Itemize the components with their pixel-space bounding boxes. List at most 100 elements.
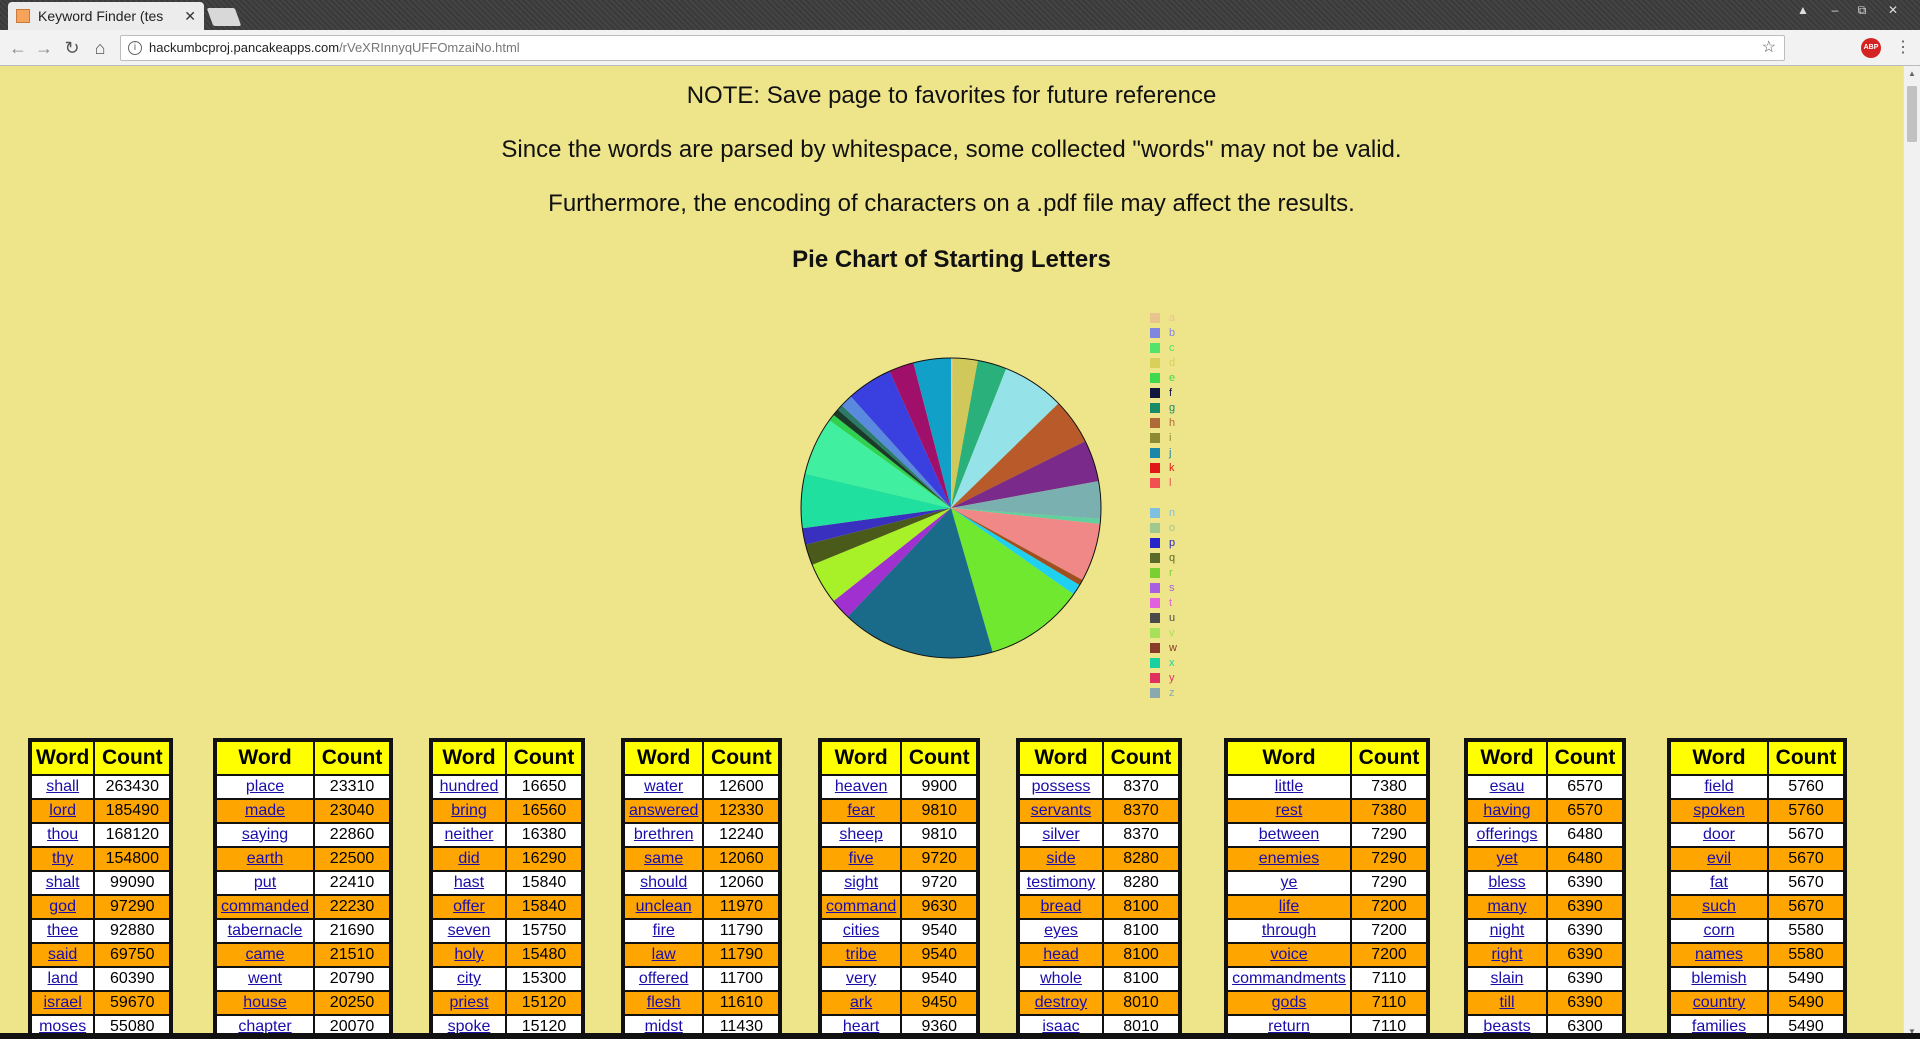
word-link[interactable]: commanded [221, 898, 309, 915]
word-link[interactable]: servants [1031, 802, 1091, 819]
bookmark-star-icon[interactable]: ☆ [1762, 36, 1776, 60]
word-link[interactable]: thee [47, 922, 78, 939]
word-link[interactable]: tabernacle [228, 922, 303, 939]
word-link[interactable]: offerings [1476, 826, 1537, 843]
word-link[interactable]: tribe [846, 946, 877, 963]
scroll-thumb[interactable] [1907, 86, 1917, 142]
word-link[interactable]: land [48, 970, 78, 987]
word-link[interactable]: israel [44, 994, 82, 1011]
word-link[interactable]: command [826, 898, 896, 915]
word-link[interactable]: went [248, 970, 282, 987]
word-link[interactable]: hundred [440, 778, 499, 795]
word-link[interactable]: same [644, 850, 683, 867]
word-link[interactable]: did [458, 850, 479, 867]
adblock-icon[interactable]: ABP [1861, 38, 1881, 58]
word-link[interactable]: many [1487, 898, 1526, 915]
word-link[interactable]: shalt [46, 874, 80, 891]
word-link[interactable]: earth [247, 850, 283, 867]
back-icon[interactable]: ← [8, 38, 28, 58]
word-link[interactable]: ye [1281, 874, 1298, 891]
address-bar[interactable]: i hackumbcproj.pancakeapps.com/rVeXRInny… [120, 35, 1785, 61]
word-link[interactable]: commandments [1232, 970, 1346, 987]
vertical-scrollbar[interactable]: ▲ ▼ [1903, 66, 1920, 1039]
word-link[interactable]: whole [1040, 970, 1082, 987]
word-link[interactable]: country [1693, 994, 1745, 1011]
word-link[interactable]: cities [843, 922, 879, 939]
word-link[interactable]: city [457, 970, 481, 987]
word-link[interactable]: door [1703, 826, 1735, 843]
word-link[interactable]: head [1043, 946, 1079, 963]
minimize-icon[interactable]: – [1822, 2, 1848, 18]
word-link[interactable]: such [1702, 898, 1736, 915]
word-link[interactable]: unclean [636, 898, 692, 915]
word-link[interactable]: rest [1276, 802, 1303, 819]
menu-icon[interactable]: ⋮ [1895, 38, 1911, 58]
word-link[interactable]: esau [1490, 778, 1525, 795]
word-link[interactable]: bless [1488, 874, 1525, 891]
word-link[interactable]: came [245, 946, 284, 963]
word-link[interactable]: fire [653, 922, 675, 939]
word-link[interactable]: slain [1491, 970, 1524, 987]
word-link[interactable]: sheep [839, 826, 883, 843]
word-link[interactable]: offered [639, 970, 689, 987]
word-link[interactable]: flesh [647, 994, 681, 1011]
scroll-up-icon[interactable]: ▲ [1908, 69, 1916, 78]
word-link[interactable]: water [644, 778, 683, 795]
word-link[interactable]: shall [46, 778, 79, 795]
word-link[interactable]: saying [242, 826, 288, 843]
user-icon[interactable]: ▲ [1790, 2, 1816, 18]
word-link[interactable]: thy [52, 850, 73, 867]
word-link[interactable]: brethren [634, 826, 694, 843]
word-link[interactable]: fat [1710, 874, 1728, 891]
word-link[interactable]: names [1695, 946, 1743, 963]
word-link[interactable]: bread [1041, 898, 1082, 915]
word-link[interactable]: field [1704, 778, 1733, 795]
word-link[interactable]: side [1046, 850, 1075, 867]
word-link[interactable]: answered [629, 802, 698, 819]
word-link[interactable]: voice [1270, 946, 1307, 963]
word-link[interactable]: destroy [1035, 994, 1087, 1011]
word-link[interactable]: corn [1703, 922, 1734, 939]
restore-icon[interactable]: ⧉ [1849, 2, 1875, 18]
word-link[interactable]: god [49, 898, 76, 915]
word-link[interactable]: fear [847, 802, 875, 819]
word-link[interactable]: possess [1032, 778, 1091, 795]
word-link[interactable]: thou [47, 826, 78, 843]
close-window-icon[interactable]: ✕ [1880, 2, 1906, 18]
word-link[interactable]: lord [49, 802, 76, 819]
word-link[interactable]: law [652, 946, 676, 963]
word-link[interactable]: hast [454, 874, 484, 891]
word-link[interactable]: very [846, 970, 876, 987]
word-link[interactable]: holy [454, 946, 483, 963]
word-link[interactable]: spoken [1693, 802, 1745, 819]
word-link[interactable]: bring [451, 802, 487, 819]
word-link[interactable]: house [243, 994, 287, 1011]
word-link[interactable]: through [1262, 922, 1316, 939]
new-tab-button[interactable] [206, 8, 242, 26]
word-link[interactable]: place [246, 778, 284, 795]
word-link[interactable]: having [1483, 802, 1530, 819]
word-link[interactable]: neither [445, 826, 494, 843]
info-icon[interactable]: i [128, 41, 142, 55]
word-link[interactable]: priest [449, 994, 488, 1011]
word-link[interactable]: seven [448, 922, 491, 939]
word-link[interactable]: night [1490, 922, 1525, 939]
word-link[interactable]: between [1259, 826, 1320, 843]
word-link[interactable]: ark [850, 994, 872, 1011]
tab-close-icon[interactable]: ✕ [184, 8, 196, 25]
word-link[interactable]: put [254, 874, 276, 891]
word-link[interactable]: blemish [1691, 970, 1746, 987]
word-link[interactable]: enemies [1259, 850, 1319, 867]
home-icon[interactable]: ⌂ [90, 38, 110, 58]
word-link[interactable]: right [1491, 946, 1522, 963]
word-link[interactable]: silver [1042, 826, 1079, 843]
word-link[interactable]: said [48, 946, 77, 963]
word-link[interactable]: eyes [1044, 922, 1078, 939]
word-link[interactable]: gods [1272, 994, 1307, 1011]
word-link[interactable]: offer [453, 898, 485, 915]
reload-icon[interactable]: ↻ [62, 38, 82, 58]
word-link[interactable]: five [849, 850, 874, 867]
word-link[interactable]: life [1279, 898, 1299, 915]
word-link[interactable]: till [1499, 994, 1514, 1011]
browser-tab[interactable]: Keyword Finder (tes ✕ [8, 2, 204, 30]
